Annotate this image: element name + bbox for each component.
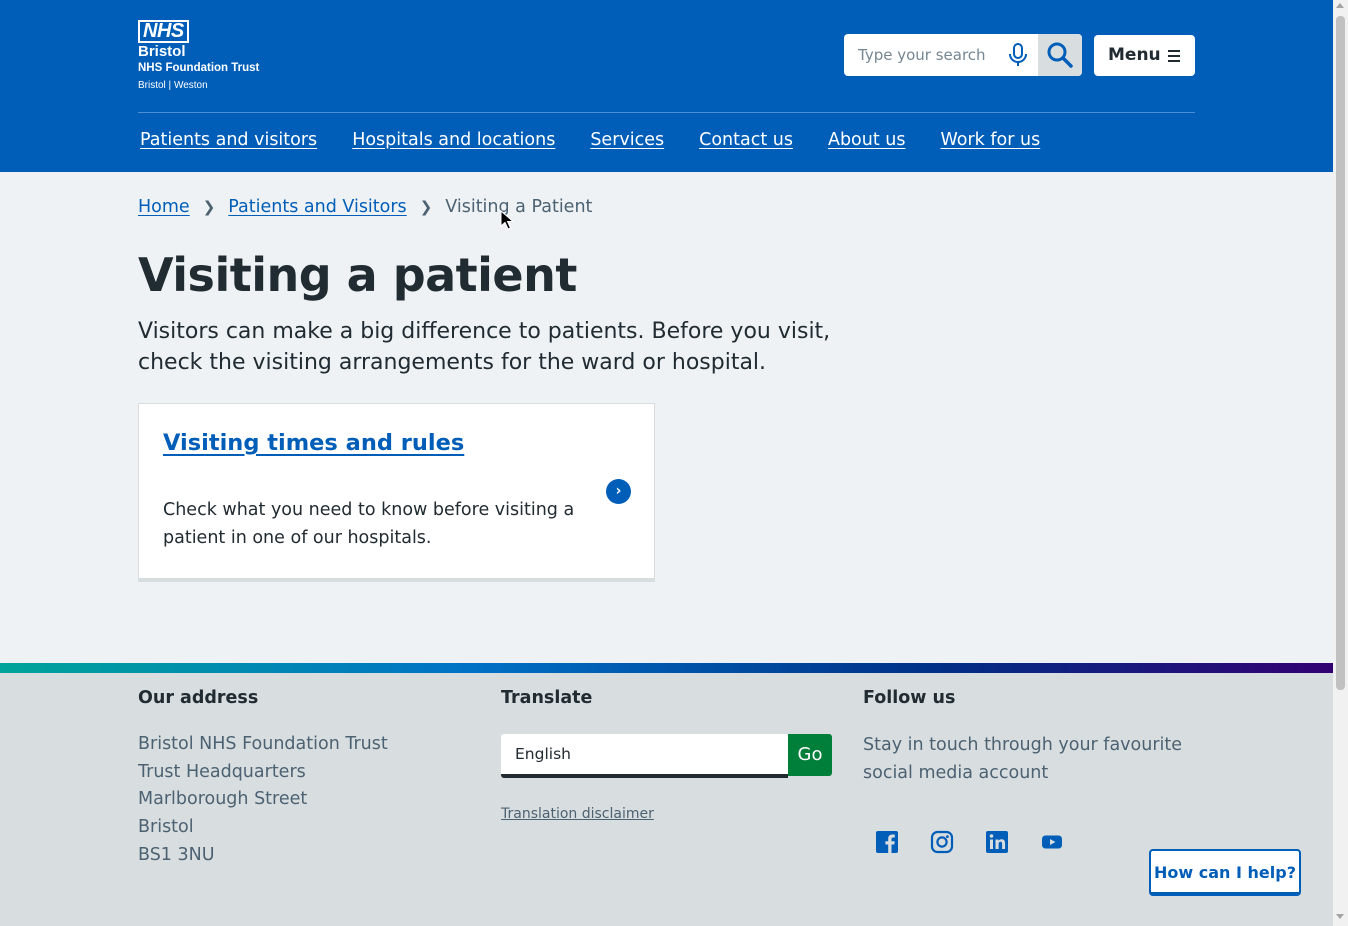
address-heading: Our address [138,688,259,708]
nav-patients-and-visitors[interactable]: Patients and visitors [140,130,317,150]
header-divider [138,112,1195,113]
nav-contact-us[interactable]: Contact us [699,130,793,150]
nhs-wordmark: NHS [138,20,189,43]
nav-services[interactable]: Services [590,130,664,150]
page-lede: Visitors can make a big difference to pa… [138,319,831,375]
breadcrumb-current: Visiting a Patient [445,197,593,217]
page-title: Visiting a patient [138,248,577,302]
chevron-right-icon: ❯ [202,198,216,216]
youtube-icon[interactable] [1040,830,1064,854]
address-line: BS1 3NU [138,844,215,865]
hamburger-icon [1168,50,1180,65]
microphone-icon[interactable] [1007,43,1029,67]
nav-work-for-us[interactable]: Work for us [940,130,1040,150]
address-line: Trust Headquarters [138,761,306,782]
menu-button[interactable]: Menu [1094,35,1195,76]
language-selected-value: English [515,745,571,763]
vertical-scrollbar[interactable] [1333,0,1348,926]
site-footer: Our address Bristol NHS Foundation Trust… [0,673,1333,926]
site-header: NHS Bristol NHS Foundation Trust Bristol… [0,0,1333,172]
chevron-right-icon[interactable]: › [606,479,631,504]
how-can-i-help-button[interactable]: How can I help? [1149,849,1301,896]
scroll-up-arrow-icon[interactable] [1336,3,1344,8]
instagram-icon[interactable] [930,830,954,854]
facebook-icon[interactable] [875,830,899,854]
card-description: Check what you need to know before visit… [163,500,575,548]
translate-go-button[interactable]: Go [788,734,832,776]
address-line: Bristol NHS Foundation Trust [138,734,388,754]
menu-button-label: Menu [1108,45,1161,65]
logo-sites: Bristol | Weston [138,80,208,91]
address-line: Bristol [138,817,194,838]
nav-hospitals-and-locations[interactable]: Hospitals and locations [352,130,555,150]
search-bar [844,34,1082,76]
footer-translate: Translate English Go Translation disclai… [501,688,832,888]
follow-heading: Follow us [863,688,956,708]
linkedin-icon[interactable] [985,830,1009,854]
visiting-times-card[interactable]: Visiting times and rules Check what you … [138,403,655,582]
mouse-cursor-icon [500,210,515,230]
follow-text: Stay in touch through your favourite soc… [863,735,1183,783]
scroll-down-arrow-icon[interactable] [1336,914,1344,919]
footer-address: Our address Bristol NHS Foundation Trust… [138,688,388,870]
chevron-right-icon: ❯ [419,198,433,216]
search-button[interactable] [1038,34,1082,76]
search-icon [1047,42,1073,68]
translate-form: English Go [501,734,832,778]
nav-about-us[interactable]: About us [828,130,906,150]
translate-heading: Translate [501,688,593,708]
logo-trust-name: NHS Foundation Trust [138,62,260,74]
search-input[interactable] [844,34,1018,76]
social-links [875,830,1095,854]
primary-navigation: Patients and visitors Hospitals and loca… [140,130,1075,150]
nhs-logo[interactable]: NHS Bristol NHS Foundation Trust Bristol… [138,20,259,91]
breadcrumb: Home ❯ Patients and Visitors ❯ Visiting … [138,197,592,217]
page: NHS Bristol NHS Foundation Trust Bristol… [0,0,1333,926]
logo-org-name: Bristol [138,43,186,60]
address-line: Marlborough Street [138,789,308,810]
scrollbar-thumb[interactable] [1336,16,1345,690]
footer-gradient-stripe [0,663,1333,673]
breadcrumb-patients-and-visitors[interactable]: Patients and Visitors [228,197,406,217]
breadcrumb-home[interactable]: Home [138,197,190,217]
language-select[interactable]: English [501,734,788,778]
card-title-link[interactable]: Visiting times and rules [163,430,464,456]
translation-disclaimer-link[interactable]: Translation disclaimer [501,806,654,822]
